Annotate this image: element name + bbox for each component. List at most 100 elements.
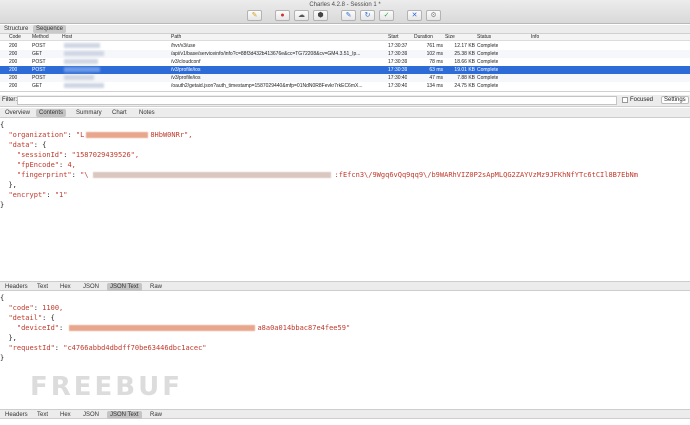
json-line: }, — [8, 334, 17, 342]
json-key: "organization" — [8, 131, 68, 139]
row-code: 200 — [9, 75, 18, 81]
col-code[interactable]: Code — [9, 34, 21, 41]
redacted-host — [64, 43, 100, 48]
filter-label: Filter: — [2, 97, 17, 103]
row-start: 17:30:40 — [388, 83, 408, 89]
tab-hex[interactable]: Hex — [57, 411, 74, 419]
json-line: "data": { — [8, 141, 47, 149]
tab-headers[interactable]: Headers — [2, 411, 31, 419]
window-title: Charles 4.2.8 - Session 1 * — [309, 2, 381, 8]
json-line: "fpEncode": 4, — [16, 161, 76, 169]
redacted-host — [64, 75, 94, 80]
tab-structure[interactable]: Structure — [1, 25, 31, 33]
stop-icon[interactable]: ⬢ — [313, 10, 328, 21]
row-status: Complete — [477, 83, 499, 89]
bottom-tabs: Headers Text Hex JSON JSON Text Raw — [0, 409, 690, 419]
col-duration[interactable]: Duration — [414, 34, 433, 41]
tab-sequence[interactable]: Sequence — [33, 25, 67, 33]
redacted-host — [64, 51, 104, 56]
col-size[interactable]: Size — [445, 34, 455, 41]
json-line: "detail": { — [8, 314, 55, 322]
tools-icon[interactable]: ✕ — [407, 10, 422, 21]
row-path: /oauth2/getaid.json?auth_timestamp=15870… — [171, 83, 363, 89]
redacted-host — [64, 67, 100, 72]
row-path: /api/v1/base/serviceinfo/info?c=88f3d432… — [171, 51, 361, 57]
json-line: }, — [8, 181, 17, 189]
row-path: /hvr/v3/use — [171, 43, 196, 49]
title-bar: Charles 4.2.8 - Session 1 * ✎ ● ☁ ⬢ ✎ ↻ … — [0, 0, 690, 24]
json-key: "requestId" — [8, 344, 55, 352]
tab-summary[interactable]: Summary — [73, 109, 105, 117]
tab-raw[interactable]: Raw — [147, 283, 165, 291]
col-method[interactable]: Method — [32, 34, 49, 41]
tab-text[interactable]: Text — [34, 283, 51, 291]
row-method: POST — [32, 75, 46, 81]
json-line: { — [0, 121, 5, 129]
row-duration: 78 ms — [429, 59, 443, 65]
col-status[interactable]: Status — [477, 34, 491, 41]
json-line: "organization": "L 8HbW0NRr", — [8, 131, 193, 139]
tab-json-text[interactable]: JSON Text — [107, 411, 142, 419]
tab-json[interactable]: JSON — [80, 283, 102, 291]
table-row[interactable]: 200 GET /oauth2/getaid.json?auth_timesta… — [0, 82, 690, 90]
table-header: Code Method Host Path Start Duration Siz… — [0, 34, 690, 41]
row-path: /v3/cloudconf — [171, 59, 201, 65]
filter-input[interactable] — [17, 96, 617, 105]
view-tabs: Structure Sequence — [0, 25, 690, 33]
tab-hex[interactable]: Hex — [57, 283, 74, 291]
redacted-value — [69, 325, 256, 331]
json-line: "deviceId": a8a0a014bbac87e4fee59" — [16, 324, 351, 332]
row-code: 200 — [9, 83, 18, 89]
settings-icon[interactable]: ⚙ — [426, 10, 441, 21]
json-line: "encrypt": "1" — [8, 191, 68, 199]
watermark-logo: FREEBUF — [30, 372, 183, 402]
tab-contents[interactable]: Contents — [36, 109, 67, 117]
table-row[interactable]: 200 POST /v3/cloudconf 17:30:39 78 ms 18… — [0, 58, 690, 66]
record-icon[interactable]: ● — [275, 10, 290, 21]
row-code: 200 — [9, 51, 18, 57]
row-status: Complete — [477, 43, 499, 49]
col-host[interactable]: Host — [62, 34, 72, 41]
tab-raw[interactable]: Raw — [147, 411, 165, 419]
tab-notes[interactable]: Notes — [136, 109, 158, 117]
refresh-icon[interactable]: ↻ — [360, 10, 375, 21]
row-method: POST — [32, 59, 46, 65]
request-body-pane[interactable]: { "organization": "L 8HbW0NRr", "data": {… — [0, 120, 690, 280]
row-method: POST — [32, 67, 46, 73]
json-line: } — [0, 201, 5, 209]
col-path[interactable]: Path — [171, 34, 181, 41]
brush-icon[interactable]: ✎ — [247, 10, 262, 21]
tab-json[interactable]: JSON — [80, 411, 102, 419]
focused-checkbox[interactable] — [622, 97, 628, 103]
json-key: "sessionId" — [16, 151, 64, 159]
row-duration: 761 ms — [426, 43, 443, 49]
json-key: "code" — [8, 304, 34, 312]
col-start[interactable]: Start — [388, 34, 399, 41]
table-row[interactable]: 200 POST /hvr/v3/use 17:30:37 761 ms 12.… — [0, 42, 690, 50]
table-row[interactable]: 200 GET /api/v1/base/serviceinfo/info?c=… — [0, 50, 690, 58]
request-table: Code Method Host Path Start Duration Siz… — [0, 33, 690, 92]
pen-icon[interactable]: ✎ — [341, 10, 356, 21]
row-code: 200 — [9, 43, 18, 49]
row-method: POST — [32, 43, 46, 49]
row-method: GET — [32, 83, 43, 89]
col-info[interactable]: Info — [531, 34, 539, 41]
json-key: "data" — [8, 141, 34, 149]
table-row[interactable]: 200 POST /v3/profile/ios 17:30:40 47 ms … — [0, 74, 690, 82]
tab-headers[interactable]: Headers — [2, 283, 31, 291]
filter-bar: Filter: Focused Settings — [0, 95, 690, 107]
tab-overview[interactable]: Overview — [2, 109, 33, 117]
row-start: 17:30:39 — [388, 59, 408, 65]
focused-label: Focused — [630, 97, 654, 103]
redacted-host — [64, 59, 98, 64]
check-icon[interactable]: ✓ — [379, 10, 394, 21]
tab-json-text[interactable]: JSON Text — [107, 283, 142, 291]
row-start: 17:30:40 — [388, 75, 408, 81]
row-path: /v3/profile/ios — [171, 67, 201, 73]
tab-text[interactable]: Text — [34, 411, 51, 419]
table-row-selected[interactable]: 200 POST /v3/profile/ios 17:30:39 63 ms … — [0, 66, 690, 74]
row-path: /v3/profile/ios — [171, 75, 201, 81]
settings-button[interactable]: Settings — [661, 96, 689, 104]
tab-chart[interactable]: Chart — [109, 109, 130, 117]
turtle-icon[interactable]: ☁ — [294, 10, 309, 21]
